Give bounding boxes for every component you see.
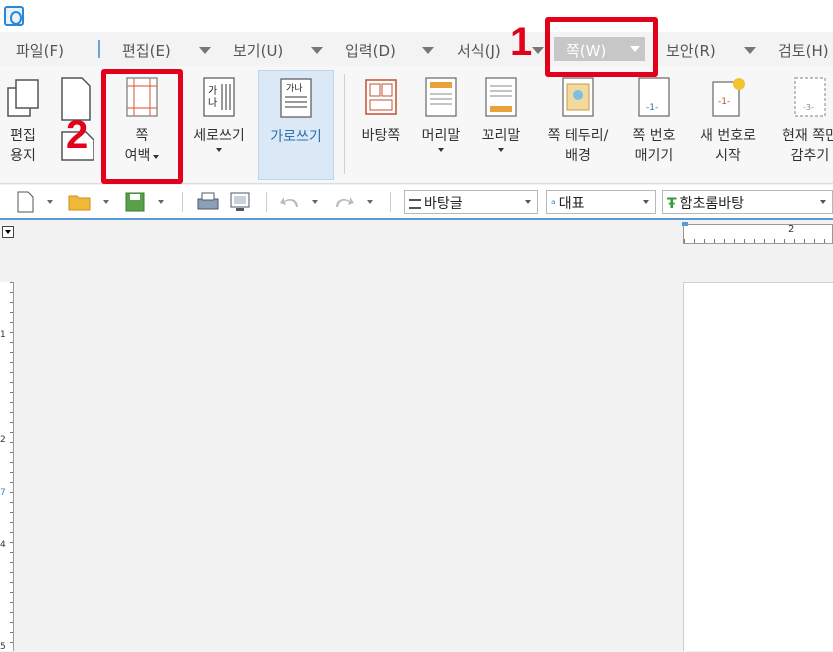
svg-text:-3-: -3- (803, 103, 814, 112)
paragraph-style-icon (409, 199, 421, 209)
new-number-label: 새 번호로 시작 (700, 128, 756, 164)
master-page-icon (365, 79, 397, 115)
menu-format[interactable]: 서식(J) (457, 40, 501, 61)
style-combo[interactable]: 바탕글 (404, 190, 538, 214)
toolbar-separator (390, 192, 391, 212)
open-folder-icon[interactable] (68, 191, 92, 213)
svg-text:가나: 가나 (286, 83, 303, 94)
vertical-writing-icon: 가 나 (203, 77, 235, 117)
language-combo-value: 대표 (558, 196, 585, 212)
menu-edit-dropdown-icon[interactable] (199, 47, 211, 54)
print-preview-icon[interactable] (228, 191, 252, 213)
page-number-icon: -1- (638, 77, 670, 117)
menu-view-dropdown-icon[interactable] (311, 47, 323, 54)
horizontal-writing-label: 가로쓰기 (270, 129, 322, 145)
menu-security[interactable]: 보안(R) (666, 40, 716, 61)
footer-button[interactable]: 꼬리말 (472, 66, 530, 184)
annotation-number-2: 2 (66, 113, 89, 157)
title-bar (0, 0, 833, 32)
print-icon[interactable] (196, 191, 220, 213)
master-page-button[interactable]: 바탕쪽 (352, 66, 410, 184)
svg-text:-1-: -1- (646, 103, 658, 113)
standard-toolbar: 바탕글 ᵃ 대표 Ŧ 함초롬바탕 (0, 185, 833, 220)
page-number-label: 쪽 번호 매기기 (632, 128, 676, 164)
language-combo-dropdown-icon[interactable] (643, 200, 649, 204)
font-combo-dropdown-icon[interactable] (820, 200, 826, 204)
svg-text:가: 가 (208, 85, 217, 97)
edit-paper-label: 편집 용지 (10, 128, 36, 164)
redo-icon[interactable] (332, 191, 356, 213)
horizontal-writing-icon: 가나 (280, 78, 312, 118)
ruler-number: 7 (0, 488, 6, 498)
page-border-label: 쪽 테두리/ 배경 (547, 128, 609, 164)
svg-text:나: 나 (208, 97, 217, 109)
hide-current-page-button[interactable]: -3- 현재 쪽만 감추기 (770, 66, 833, 184)
ruler-number: 2 (0, 435, 6, 445)
header-label: 머리말 (412, 126, 470, 152)
new-document-dropdown-icon[interactable] (47, 200, 53, 204)
master-page-label: 바탕쪽 (361, 128, 401, 144)
style-combo-dropdown-icon[interactable] (525, 200, 531, 204)
toolbar-separator (266, 192, 267, 212)
vertical-writing-label: 세로쓰기 (182, 126, 256, 152)
menu-review[interactable]: 검토(H) (778, 40, 829, 61)
ruler-number: 2 (788, 224, 795, 235)
horizontal-writing-button[interactable]: 가나 가로쓰기 (258, 70, 334, 180)
new-number-button[interactable]: -1- 새 번호로 시작 (688, 66, 768, 184)
ruler-toggle-button[interactable] (2, 226, 14, 238)
menu-edit[interactable]: 편집(E) (122, 40, 171, 61)
font-combo[interactable]: Ŧ 함초롬바탕 (662, 190, 833, 214)
footer-dropdown-icon[interactable] (498, 148, 504, 152)
page-border-button[interactable]: 쪽 테두리/ 배경 (532, 66, 624, 184)
app-logo-icon (4, 6, 24, 26)
menu-input[interactable]: 입력(D) (345, 40, 396, 61)
save-icon[interactable] (124, 191, 146, 213)
horizontal-ruler[interactable]: 2 (682, 222, 833, 244)
menu-bar: 파일(F) 편집(E) 보기(U) 입력(D) 서식(J) 보안(R) 검토(H… (0, 32, 833, 66)
language-combo[interactable]: ᵃ 대표 (546, 190, 656, 214)
language-icon: ᵃ (551, 197, 556, 211)
menu-view[interactable]: 보기(U) (233, 40, 283, 61)
vertical-writing-button[interactable]: 가 나 세로쓰기 (182, 66, 256, 184)
ruler-number: 1 (0, 330, 6, 340)
ruler-number: 4 (0, 540, 6, 550)
undo-icon[interactable] (278, 191, 302, 213)
vertical-writing-dropdown-icon[interactable] (216, 148, 222, 152)
footer-icon (485, 77, 517, 117)
open-folder-dropdown-icon[interactable] (103, 200, 109, 204)
edit-paper-button[interactable]: 편집 용지 (0, 66, 46, 184)
hide-current-page-label: 현재 쪽만 감추기 (782, 128, 833, 164)
save-dropdown-icon[interactable] (158, 200, 164, 204)
header-button[interactable]: 머리말 (412, 66, 470, 184)
undo-dropdown-icon[interactable] (312, 200, 318, 204)
edit-paper-icon (7, 79, 39, 117)
menu-format-dropdown-icon[interactable] (532, 47, 544, 54)
footer-label: 꼬리말 (472, 126, 530, 152)
page-number-button[interactable]: -1- 쪽 번호 매기기 (624, 66, 684, 184)
annotation-highlight-1 (545, 17, 658, 77)
truetype-font-icon: Ŧ (667, 196, 677, 212)
ruler-row: 2 (0, 220, 833, 246)
document-page[interactable] (683, 282, 833, 651)
menu-security-dropdown-icon[interactable] (744, 47, 756, 54)
menu-file[interactable]: 파일(F) (16, 40, 64, 61)
annotation-number-1: 1 (510, 20, 533, 64)
menu-input-dropdown-icon[interactable] (422, 47, 434, 54)
header-icon (425, 77, 457, 117)
indent-marker[interactable] (682, 222, 688, 226)
ribbon-separator (344, 74, 345, 174)
page-border-icon (562, 77, 594, 117)
font-combo-value: 함초롬바탕 (679, 196, 744, 212)
menu-separator (98, 40, 100, 58)
annotation-highlight-2 (101, 69, 183, 184)
svg-text:-1-: -1- (718, 97, 730, 107)
new-document-icon[interactable] (16, 191, 34, 213)
vertical-ruler[interactable]: 1 2 7 4 5 (0, 282, 14, 652)
redo-dropdown-icon[interactable] (367, 200, 373, 204)
new-number-icon: -1- (712, 78, 745, 117)
hide-current-page-icon: -3- (794, 77, 826, 117)
toolbar-separator (182, 192, 183, 212)
style-combo-value: 바탕글 (424, 196, 463, 212)
header-dropdown-icon[interactable] (438, 148, 444, 152)
